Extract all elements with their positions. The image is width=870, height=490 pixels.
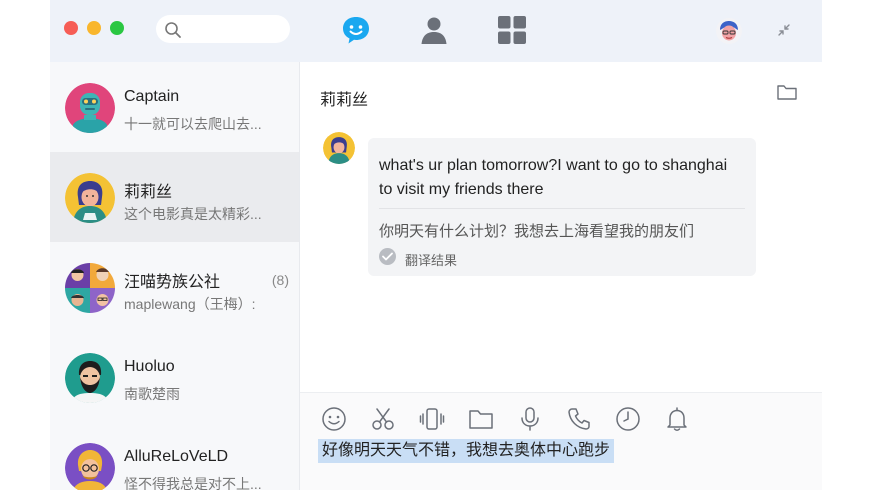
conversation-preview: 这个电影真是太精彩... <box>124 206 262 222</box>
conversation-name: AlluReLoVeLD <box>124 448 229 465</box>
girl-avatar <box>65 173 115 223</box>
conversation-item-captain[interactable]: Captain 十一就可以去爬山去... <box>50 62 299 152</box>
message-input[interactable] <box>318 465 798 487</box>
search-icon <box>165 22 181 38</box>
conversation-name: Huoluo <box>124 358 175 375</box>
robot-avatar <box>65 83 115 133</box>
conversation-name: 汪喵势族公社 <box>124 274 221 291</box>
conversation-preview: 南歌楚雨 <box>124 386 180 402</box>
folder-icon[interactable] <box>467 405 495 433</box>
conversation-name: 莉莉丝 <box>124 184 173 201</box>
unread-count-badge: (8) <box>271 272 289 288</box>
conversation-name: Captain <box>124 88 180 105</box>
search-input[interactable] <box>156 15 290 43</box>
conversation-item-huoluo[interactable]: Huoluo 南歌楚雨 <box>50 332 299 422</box>
bell-icon[interactable] <box>663 405 691 433</box>
conversation-list: Captain 十一就可以去爬山去... 莉莉丝 这个电影真是太精彩... 汪喵… <box>50 62 300 490</box>
contacts-person-icon[interactable] <box>418 14 450 46</box>
translation-divider <box>379 208 745 209</box>
maximize-window-button[interactable] <box>110 21 124 35</box>
close-window-button[interactable] <box>64 21 78 35</box>
bearded-man-avatar <box>65 353 115 403</box>
emoji-icon[interactable] <box>320 405 348 433</box>
vibrate-icon[interactable] <box>418 405 446 433</box>
scissors-icon[interactable] <box>369 405 397 433</box>
clock-icon[interactable] <box>614 405 642 433</box>
message-input-selected-text[interactable]: 好像明天天气不错，我想去奥体中心跑步 <box>318 439 615 463</box>
conversation-preview: 十一就可以去爬山去... <box>124 116 262 132</box>
glasses-man-avatar <box>65 443 115 490</box>
title-bar <box>50 0 822 62</box>
app-window: Captain 十一就可以去爬山去... 莉莉丝 这个电影真是太精彩... 汪喵… <box>50 0 822 490</box>
user-avatar-icon[interactable] <box>716 18 742 44</box>
conversation-item-lilisi[interactable]: 莉莉丝 这个电影真是太精彩... <box>50 152 299 242</box>
check-icon <box>379 248 396 265</box>
conversation-item-allureloveld[interactable]: AlluReLoVeLD 怪不得我总是对不上... <box>50 422 299 490</box>
chat-title: 莉莉丝 <box>320 92 369 109</box>
sender-avatar[interactable] <box>323 132 355 164</box>
composer: 好像明天天气不错，我想去奥体中心跑步 <box>300 392 822 490</box>
conversation-preview: maplewang（王梅）: <box>124 296 256 312</box>
folder-icon[interactable] <box>776 82 798 102</box>
conversation-item-group[interactable]: 汪喵势族公社 maplewang（王梅）: (8) <box>50 242 299 332</box>
minimize-window-button[interactable] <box>87 21 101 35</box>
translation-label: 翻译结果 <box>405 253 458 268</box>
chat-panel: 莉莉丝 what's ur plan tomorrow?I want to go… <box>300 62 822 490</box>
group-avatar <box>65 263 115 313</box>
phone-icon[interactable] <box>565 405 593 433</box>
microphone-icon[interactable] <box>516 405 544 433</box>
shrink-window-icon[interactable] <box>774 20 794 40</box>
message-bubble[interactable]: what's ur plan tomorrow?I want to go to … <box>368 138 756 276</box>
message-text: what's ur plan tomorrow?I want to go to … <box>379 157 728 198</box>
conversation-preview: 怪不得我总是对不上... <box>124 476 262 490</box>
apps-grid-icon[interactable] <box>496 14 528 46</box>
chat-bubble-icon[interactable] <box>340 14 372 46</box>
message-translation: 你明天有什么计划？我想去上海看望我的朋友们 <box>379 223 695 240</box>
